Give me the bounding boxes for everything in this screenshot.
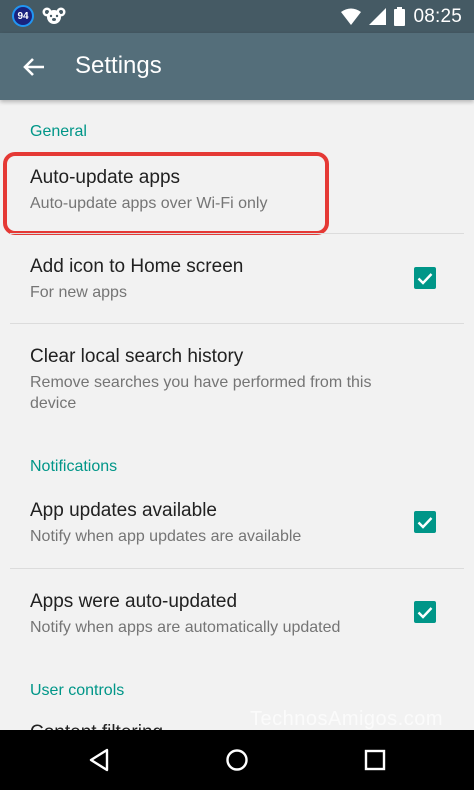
- checkmark-icon: [417, 606, 433, 619]
- pref-add-icon-home-screen[interactable]: Add icon to Home screen For new apps: [0, 234, 474, 323]
- circle-home-icon: [226, 749, 248, 771]
- pref-auto-update-apps[interactable]: Auto-update apps Auto-update apps over W…: [0, 155, 474, 233]
- settings-list[interactable]: General Auto-update apps Auto-update app…: [0, 100, 474, 730]
- status-bar: 94 08:25: [0, 0, 474, 33]
- auto-updated-checkbox[interactable]: [414, 601, 436, 623]
- section-header-general: General: [30, 123, 87, 140]
- wifi-icon: [341, 8, 362, 25]
- pref-summary: Notify when apps are automatically updat…: [30, 619, 341, 636]
- nav-back-button[interactable]: [83, 744, 115, 776]
- koala-icon: [42, 7, 66, 24]
- add-icon-checkbox[interactable]: [414, 267, 436, 289]
- page-title: Settings: [75, 52, 162, 79]
- battery-icon: [394, 7, 406, 26]
- square-recents-icon: [364, 749, 386, 771]
- app-updates-checkbox[interactable]: [414, 511, 436, 533]
- watermark: TechnosAmigos.com: [250, 708, 444, 730]
- signal-icon: [369, 8, 387, 25]
- pref-content-filtering-partial[interactable]: Content filtering: [30, 722, 163, 730]
- clock: 08:25: [413, 5, 462, 27]
- pref-summary: Auto-update apps over Wi-Fi only: [30, 195, 268, 212]
- pref-app-updates-available[interactable]: App updates available Notify when app up…: [0, 480, 474, 568]
- pref-title: Apps were auto-updated: [30, 591, 238, 612]
- checkmark-icon: [417, 516, 433, 529]
- nav-recents-button[interactable]: [359, 744, 391, 776]
- pref-summary: For new apps: [30, 284, 127, 301]
- pref-title: Add icon to Home screen: [30, 256, 244, 277]
- badge-94-icon: 94: [12, 5, 34, 27]
- section-header-user-controls: User controls: [30, 682, 125, 699]
- pref-title: Auto-update apps: [30, 167, 181, 188]
- checkmark-icon: [417, 272, 433, 285]
- app-bar: Settings: [0, 33, 474, 100]
- pref-apps-auto-updated[interactable]: Apps were auto-updated Notify when apps …: [0, 569, 474, 659]
- pref-summary: Remove searches you have performed from …: [30, 374, 372, 412]
- arrow-back-icon: [23, 58, 44, 76]
- pref-clear-search-history[interactable]: Clear local search history Remove search…: [0, 324, 474, 434]
- pref-title: Clear local search history: [30, 346, 244, 367]
- section-header-notifications: Notifications: [30, 458, 118, 475]
- status-icons: 08:25: [341, 0, 462, 33]
- pref-title: App updates available: [30, 500, 217, 521]
- back-button[interactable]: [18, 51, 50, 83]
- pref-summary: Notify when app updates are available: [30, 528, 302, 545]
- navigation-bar: [0, 730, 474, 790]
- triangle-back-icon: [89, 748, 109, 772]
- nav-home-button[interactable]: [221, 744, 253, 776]
